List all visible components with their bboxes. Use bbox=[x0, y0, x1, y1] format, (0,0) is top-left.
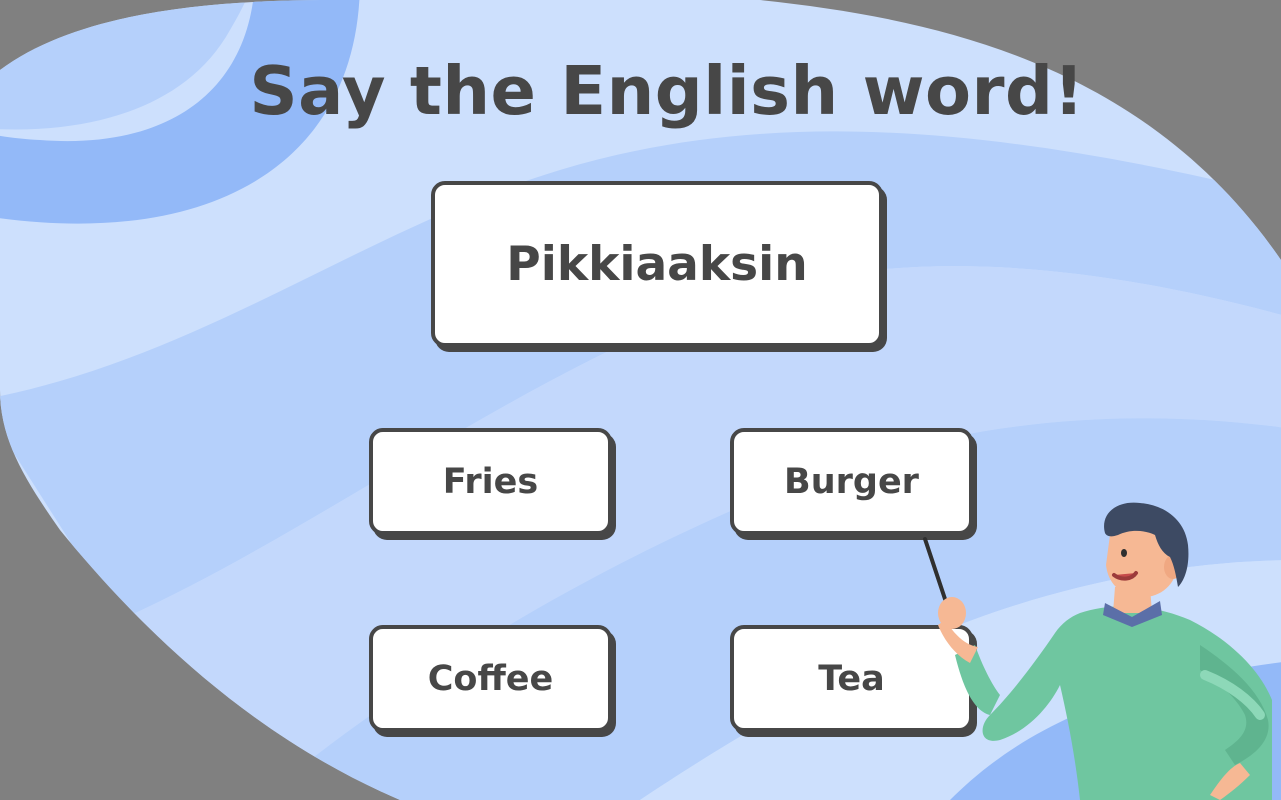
answer-option-label: Fries bbox=[442, 461, 539, 502]
prompt-word-card: Pikkiaaksin bbox=[431, 181, 883, 347]
answer-option-coffee[interactable]: Coffee bbox=[369, 625, 612, 732]
answer-option-label: Tea bbox=[818, 658, 885, 699]
prompt-word: Pikkiaaksin bbox=[506, 236, 808, 292]
instruction-title: Say the English word! bbox=[249, 52, 1085, 130]
answer-option-fries[interactable]: Fries bbox=[369, 428, 612, 535]
answer-option-label: Coffee bbox=[427, 658, 554, 699]
teacher-character-icon bbox=[923, 502, 1272, 800]
answer-option-label: Burger bbox=[784, 461, 919, 502]
game-stage: Say the English word! Pikkiaaksin Fries … bbox=[0, 0, 1281, 800]
